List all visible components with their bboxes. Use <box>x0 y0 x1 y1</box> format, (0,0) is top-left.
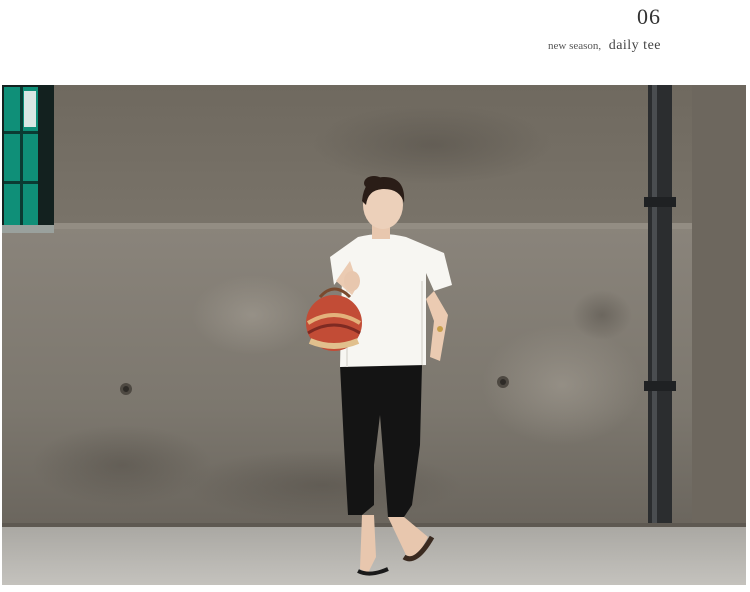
caption: new season, daily tee <box>548 38 661 54</box>
photo-scene <box>2 85 746 585</box>
caption-main: daily tee <box>608 38 661 53</box>
downpipe <box>648 85 672 543</box>
product-photo <box>2 85 746 585</box>
caption-prefix: new season, <box>548 40 602 52</box>
header: 06 new season, daily tee <box>0 0 750 84</box>
page-number: 06 <box>637 4 661 29</box>
